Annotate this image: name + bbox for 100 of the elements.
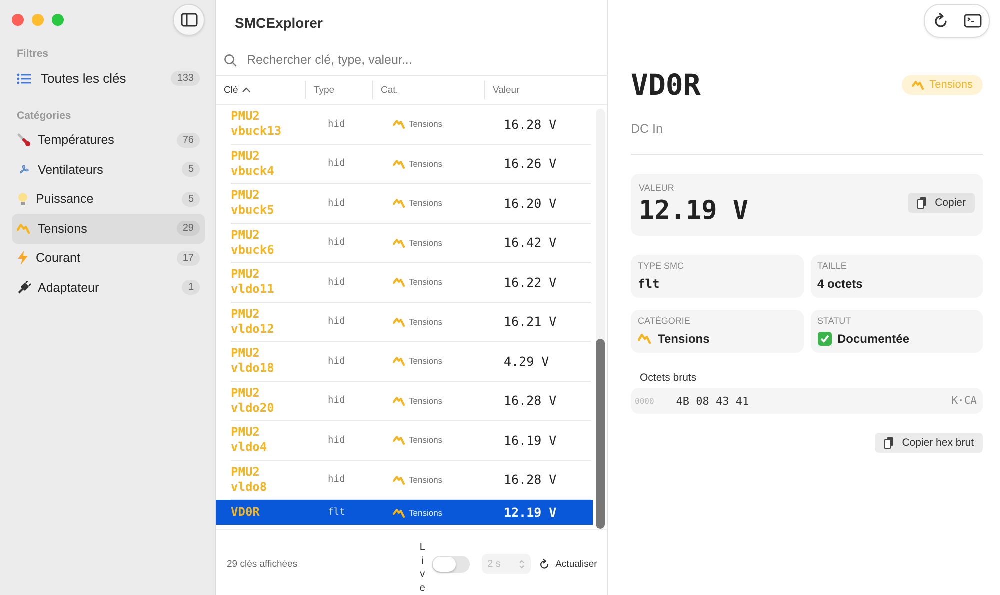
wave-icon [393, 435, 406, 446]
category-cell: Tensions [409, 158, 443, 169]
category-tag: Tensions [902, 75, 983, 95]
value-cell-text: 16.22 V [504, 274, 558, 290]
field-label: VALEUR [639, 183, 676, 193]
key-cell-text: PMU2 vbuck13 [231, 109, 283, 140]
count-badge: 76 [176, 132, 200, 148]
sidebar-item[interactable]: Adaptateur 1 [12, 273, 205, 302]
item-label: Tensions [38, 222, 88, 236]
table-row[interactable]: VD0R flt Tensions 12.19 V [216, 500, 593, 525]
type-cell-text: hid [328, 474, 346, 486]
key-cell-text: PMU2 vbuck6 [231, 228, 276, 258]
ascii-text: K·CA [952, 395, 977, 407]
field-value: flt [638, 277, 660, 291]
sort-ascending-icon [242, 87, 252, 93]
category-cell: Tensions [409, 396, 443, 406]
wave-icon [393, 238, 406, 248]
scrollbar[interactable] [596, 109, 604, 529]
value-text: 12.19 V [639, 196, 749, 226]
copy-icon [917, 197, 928, 209]
table-row[interactable]: PMU2 vldo20 hid Tensions 16.28 V [231, 382, 591, 421]
column-header[interactable]: Cat. [381, 84, 398, 96]
list-icon [17, 72, 31, 85]
item-label: Courant [36, 251, 80, 266]
field-label: TYPE SMC [638, 261, 686, 271]
bulb-icon [17, 192, 29, 206]
field-label: TAILLE [818, 261, 848, 271]
search-field[interactable]: Rechercher clé, type, valeur... [245, 52, 607, 68]
count-badge: 1 [182, 280, 200, 296]
lightning-icon [17, 251, 29, 266]
sidebar-item[interactable]: Toutes les clés 133 [12, 64, 205, 94]
type-cell-text: hid [328, 237, 346, 248]
refresh-button[interactable]: Actualiser [538, 558, 598, 570]
checkmark-icon [818, 332, 832, 346]
refresh-button[interactable] [932, 13, 948, 29]
count-badge: 5 [182, 162, 200, 178]
value-cell-text: 16.42 V [504, 235, 558, 250]
type-cell-text: hid [328, 356, 346, 367]
key-cell-text: PMU2 vldo8 [231, 464, 268, 495]
field-label: CATÉGORIE [638, 316, 692, 326]
item-label: Ventilateurs [38, 162, 104, 177]
key-cell-text: PMU2 vldo12 [231, 306, 276, 337]
category-cell: Tensions [409, 316, 443, 327]
sidebar-toggle-button[interactable] [173, 4, 205, 36]
key-cell-text: PMU2 vbuck5 [231, 188, 276, 218]
wave-icon [393, 316, 406, 327]
column-header[interactable]: Valeur [493, 84, 520, 96]
field-label: STATUT [818, 316, 852, 326]
key-cell-text: PMU2 vbuck4 [231, 148, 276, 179]
type-cell-text: flt [328, 507, 346, 518]
category-cell: Tensions [409, 508, 443, 518]
sidebar-item[interactable]: Ventilateurs 5 [12, 155, 205, 184]
table-row[interactable]: PMU2 vldo12 hid Tensions 16.21 V [231, 302, 591, 342]
type-cell-text: hid [328, 198, 346, 209]
sidebar-item[interactable]: Températures 76 [12, 126, 205, 155]
live-switch[interactable] [432, 556, 470, 572]
table-row[interactable]: PMU2 vldo4 hid Tensions 16.19 V [231, 421, 591, 460]
category-cell: Tensions [409, 119, 443, 130]
category-cell: Tensions [409, 198, 443, 208]
wave-icon [393, 119, 406, 130]
key-title: VD0R [631, 68, 701, 102]
table-row[interactable]: PMU2 vbuck4 hid Tensions 16.26 V [231, 144, 591, 184]
wave-icon [638, 333, 652, 345]
item-label: Adaptateur [38, 280, 100, 295]
copy-button[interactable]: Copier [908, 193, 975, 213]
column-header[interactable]: Clé [224, 84, 238, 96]
terminal-button[interactable] [964, 14, 982, 28]
field-value: Tensions [658, 332, 710, 346]
wave-icon [393, 277, 406, 288]
section-label: Octets bruts [640, 372, 698, 384]
plug-icon [17, 280, 31, 295]
item-label: Températures [38, 133, 114, 148]
close-button[interactable] [12, 14, 24, 26]
table-row[interactable]: PMU2 vbuck5 hid Tensions 16.20 V [231, 184, 591, 224]
key-cell-text: PMU2 vldo11 [231, 267, 276, 298]
key-count: 29 clés affichées [227, 558, 298, 570]
count-badge: 5 [182, 192, 200, 207]
type-cell-text: hid [328, 434, 346, 446]
sidebar-item[interactable]: Tensions 29 [12, 214, 205, 244]
sidebar-item[interactable]: Puissance 5 [12, 184, 205, 214]
table-row[interactable]: PMU2 vbuck6 hid Tensions 16.42 V [231, 224, 591, 263]
value-cell-text: 16.19 V [504, 432, 558, 448]
table-row[interactable]: PMU2 vldo11 hid Tensions 16.22 V [231, 263, 591, 302]
table-row[interactable]: PMU2 vbuck13 hid Tensions 16.28 V [231, 105, 591, 144]
column-header[interactable]: Type [314, 84, 335, 96]
count-badge: 133 [171, 71, 200, 86]
wave-icon [393, 396, 406, 406]
item-label: Toutes les clés [41, 71, 126, 86]
type-cell-text: hid [328, 276, 346, 288]
value-cell-text: 4.29 V [504, 354, 550, 369]
wave-icon [17, 222, 31, 235]
sidebar-item[interactable]: Courant 17 [12, 244, 205, 273]
category-cell: Tensions [409, 474, 443, 485]
section-title: Catégories [17, 110, 72, 122]
key-cell-text: VD0R [231, 505, 261, 520]
table-row[interactable]: PMU2 vldo18 hid Tensions 4.29 V [231, 342, 591, 382]
terminal-icon [964, 14, 982, 28]
field-value: Documentée [838, 332, 910, 346]
copy-hex-button[interactable]: Copier hex brut [875, 433, 983, 453]
live-label: Live [420, 541, 426, 595]
